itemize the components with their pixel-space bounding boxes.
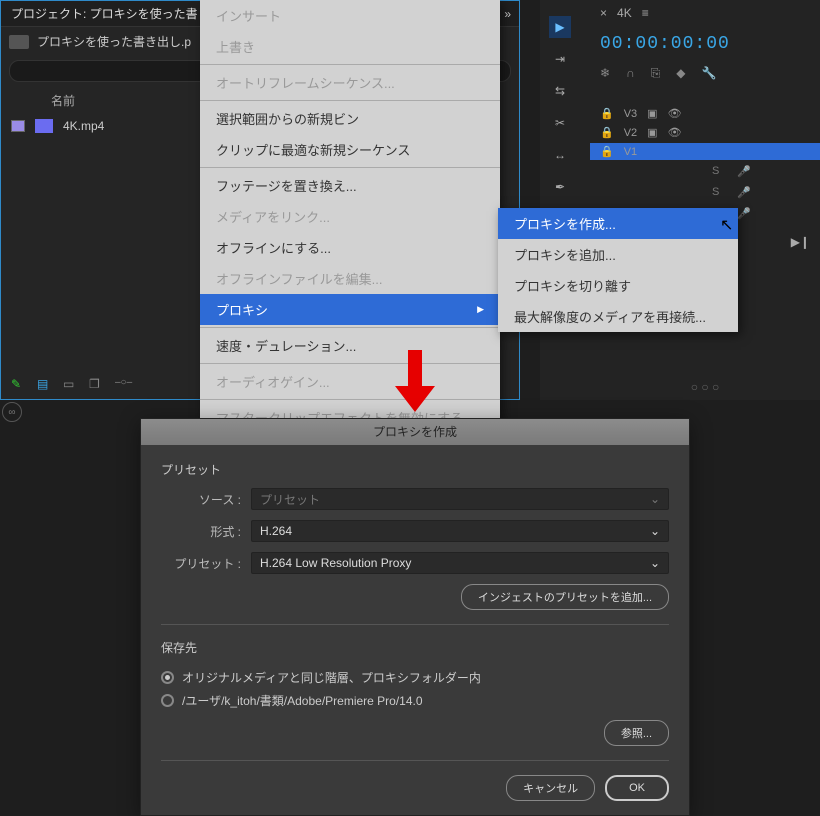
ctx-offline[interactable]: オフラインにする... — [200, 232, 500, 263]
timeline-dots: ○ ○ ○ — [590, 380, 820, 394]
lock-icon[interactable]: 🔒 — [600, 145, 614, 158]
zoom-slider[interactable]: –○– — [115, 377, 165, 391]
source-label: ソース : — [161, 491, 241, 508]
ctx-auto-reframe: オートリフレームシーケンス... — [200, 67, 500, 98]
track-v2[interactable]: 🔒 V2 ▣ 👁 — [590, 124, 820, 141]
panel-menu-icon[interactable]: ≡ — [642, 6, 649, 20]
ok-button[interactable]: OK — [605, 775, 669, 801]
cancel-button[interactable]: キャンセル — [506, 775, 595, 801]
lock-icon[interactable]: 🔒 — [600, 107, 614, 120]
dest-radio-same-folder[interactable]: オリジナルメディアと同じ階層、プロキシフォルダー内 — [161, 666, 669, 689]
chevron-down-icon: ⌄ — [650, 492, 660, 506]
track-v3[interactable]: 🔒 V3 ▣ 👁 — [590, 105, 820, 122]
preset-label: プリセット : — [161, 555, 241, 572]
source-combo: プリセット⌄ — [251, 488, 669, 510]
column-name[interactable]: 名前 — [51, 92, 75, 109]
output-icon[interactable]: ▣ — [647, 107, 657, 120]
preset-combo[interactable]: H.264 Low Resolution Proxy⌄ — [251, 552, 669, 574]
snap-icon[interactable]: ❄ — [600, 66, 610, 81]
ripple-tool-icon[interactable]: ⇆ — [549, 80, 571, 102]
ctx-edit-offline: オフラインファイルを編集... — [200, 263, 500, 294]
list-view-icon[interactable]: ▤ — [37, 377, 51, 391]
pencil-icon[interactable]: ✎ — [11, 377, 25, 391]
freeform-icon[interactable]: ❐ — [89, 377, 103, 391]
dialog-title: プロキシを作成 — [141, 419, 689, 445]
ctx-insert: インサート — [200, 0, 500, 31]
play-icon[interactable]: ▶❙ — [791, 235, 810, 249]
add-ingest-preset-button[interactable]: インジェストのプリセットを追加... — [461, 584, 669, 610]
track-select-tool-icon[interactable]: ⇥ — [549, 48, 571, 70]
dest-radio-path[interactable]: /ユーザ/k_itoh/書類/Adobe/Premiere Pro/14.0 — [161, 689, 669, 712]
radio-icon[interactable] — [161, 671, 174, 684]
proxy-submenu: プロキシを作成... プロキシを追加... プロキシを切り離す 最大解像度のメデ… — [498, 208, 738, 332]
pen-tool-icon[interactable]: ✒ — [549, 176, 571, 198]
output-icon[interactable]: ▣ — [647, 126, 657, 139]
annotation-arrow — [395, 350, 435, 420]
mic-icon[interactable]: 🎤 — [737, 207, 751, 220]
label-swatch — [11, 120, 25, 132]
sub-detach-proxy[interactable]: プロキシを切り離す — [498, 270, 738, 301]
sub-add-proxy[interactable]: プロキシを追加... — [498, 239, 738, 270]
selection-tool-icon[interactable]: ▶ — [549, 16, 571, 38]
radio-icon[interactable] — [161, 694, 174, 707]
ctx-link-media: メディアをリンク... — [200, 201, 500, 232]
project-icon — [9, 35, 29, 49]
solo-toggle[interactable]: S — [712, 165, 719, 178]
eye-icon[interactable]: 👁 — [668, 126, 682, 139]
ctx-replace-footage[interactable]: フッテージを置き換え... — [200, 170, 500, 201]
sub-create-proxy[interactable]: プロキシを作成... — [498, 208, 738, 239]
sub-relink-fullres[interactable]: 最大解像度のメディアを再接続... — [498, 301, 738, 332]
eye-icon[interactable]: 👁 — [668, 107, 682, 120]
format-label: 形式 : — [161, 523, 241, 540]
ctx-proxy[interactable]: プロキシ — [200, 294, 500, 325]
destination-section-label: 保存先 — [161, 639, 669, 656]
lock-icon[interactable]: 🔒 — [600, 126, 614, 139]
slip-tool-icon[interactable]: ↔ — [549, 144, 571, 166]
ctx-overwrite: 上書き — [200, 31, 500, 62]
solo-toggle[interactable]: S — [712, 186, 719, 199]
creative-cloud-icon[interactable]: ∞ — [2, 402, 22, 422]
chevron-down-icon: ⌄ — [650, 524, 660, 538]
marker-icon[interactable]: ◆ — [676, 66, 685, 81]
ctx-new-seq[interactable]: クリップに最適な新規シーケンス — [200, 134, 500, 165]
preset-section-label: プリセット — [161, 461, 669, 478]
magnet-icon[interactable]: ∩ — [626, 66, 635, 81]
linked-icon[interactable]: ⎘ — [651, 66, 661, 81]
chevron-down-icon: ⌄ — [650, 556, 660, 570]
project-filename: プロキシを使った書き出し.p — [37, 33, 191, 50]
clip-name: 4K.mp4 — [63, 119, 104, 133]
browse-button[interactable]: 参照... — [604, 720, 669, 746]
close-tab-icon[interactable]: × — [600, 6, 607, 20]
timecode[interactable]: 00:00:00:00 — [590, 26, 820, 62]
settings-icon[interactable]: 🔧 — [702, 66, 717, 81]
track-v1[interactable]: 🔒 V1 — [590, 143, 820, 160]
ctx-new-bin[interactable]: 選択範囲からの新規ビン — [200, 103, 500, 134]
ctx-audio-gain: オーディオゲイン... — [200, 366, 500, 397]
create-proxy-dialog: プロキシを作成 プリセット ソース : プリセット⌄ 形式 : H.264⌄ プ… — [140, 418, 690, 816]
ctx-speed[interactable]: 速度・デュレーション... — [200, 330, 500, 361]
sequence-tab[interactable]: 4K — [617, 6, 632, 20]
film-icon[interactable]: ▭ — [63, 377, 77, 391]
clip-thumb-icon — [35, 119, 53, 133]
razor-tool-icon[interactable]: ✂ — [549, 112, 571, 134]
project-tab[interactable]: プロジェクト: プロキシを使った書 — [1, 1, 209, 26]
mic-icon[interactable]: 🎤 — [737, 186, 751, 199]
format-combo[interactable]: H.264⌄ — [251, 520, 669, 542]
mic-icon[interactable]: 🎤 — [737, 165, 751, 178]
